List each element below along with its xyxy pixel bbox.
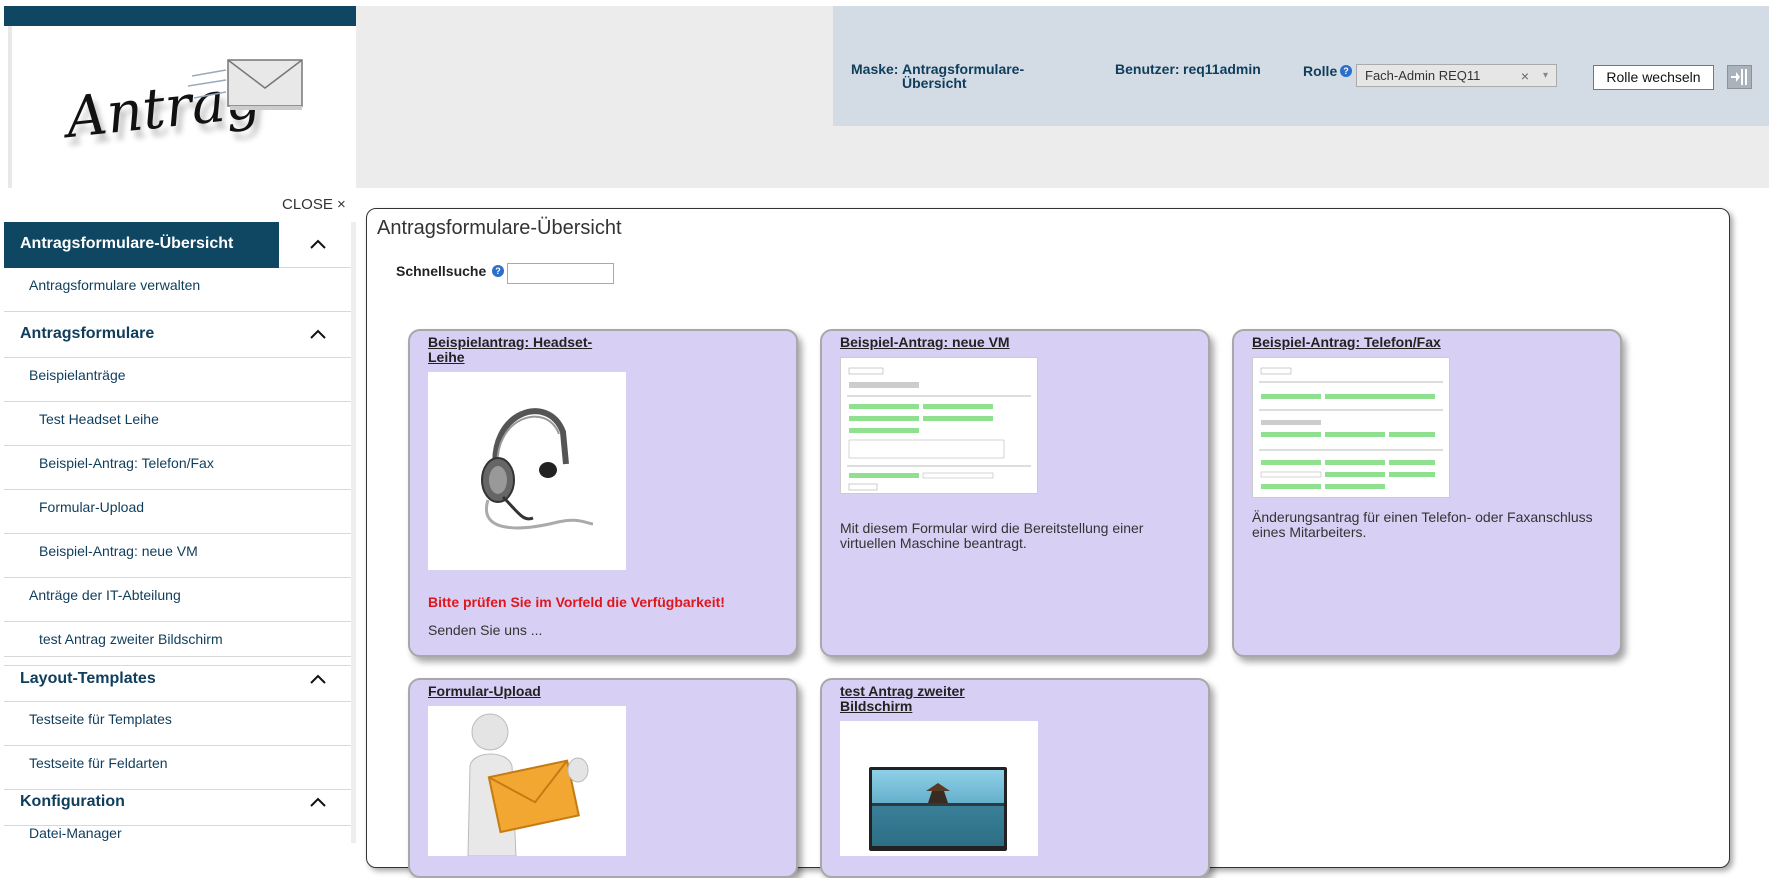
sidebar-item-label: Testseite für Templates — [29, 711, 172, 727]
chevron-up-icon[interactable] — [309, 795, 327, 809]
quick-search-input[interactable] — [507, 263, 614, 284]
telefon-form-screenshot — [1252, 357, 1450, 498]
logo-topbar — [4, 6, 356, 26]
sidebar-item-testseite-templates[interactable]: Testseite für Templates — [4, 702, 351, 746]
monitor-icon — [869, 767, 1007, 851]
person-envelope-icon — [467, 713, 589, 856]
sidebar-section-title: Layout-Templates — [20, 670, 156, 687]
sidebar-section-uebersicht[interactable]: Antragsformulare-Übersicht — [4, 222, 351, 268]
form-card-headset[interactable]: Beispielantrag: Headset-Leihe Bitte prüf… — [408, 329, 798, 657]
role-switch-button[interactable]: Rolle wechseln — [1593, 65, 1714, 90]
sidebar-item-label: Datei-Manager — [29, 825, 122, 841]
logo-area: Antrag — [4, 6, 356, 188]
form-card-formular-upload[interactable]: Formular-Upload — [408, 678, 798, 878]
close-sidebar-button[interactable]: CLOSE × — [282, 196, 346, 213]
role-help-icon[interactable]: ? — [1340, 65, 1352, 77]
form-card-telefon-fax[interactable]: Beispiel-Antrag: Telefon/Fax Änderungsan… — [1232, 329, 1622, 657]
sidebar-section-title: Antragsformulare — [20, 325, 155, 342]
sidebar-item-telefon-fax[interactable]: Beispiel-Antrag: Telefon/Fax — [4, 446, 351, 490]
sidebar-item-test-headset-leihe[interactable]: Test Headset Leihe — [4, 402, 351, 446]
sidebar-item-label: Beispiel-Antrag: neue VM — [39, 543, 198, 559]
chevron-up-icon[interactable] — [309, 327, 327, 341]
vm-form-screenshot — [840, 357, 1038, 494]
sidebar-item-label: Antragsformulare verwalten — [29, 277, 201, 293]
sidebar-item-antraege-it[interactable]: Anträge der IT-Abteilung — [4, 578, 351, 622]
headset-icon — [481, 408, 594, 530]
monitor-image — [840, 721, 1038, 856]
logout-glyph — [1731, 69, 1747, 85]
quick-search-help-icon[interactable]: ? — [492, 265, 504, 277]
envelope-icon — [188, 59, 303, 110]
logout-icon[interactable] — [1727, 65, 1752, 89]
sidebar-item-label: Testseite für Feldarten — [29, 755, 168, 771]
card-title-link[interactable]: Beispielantrag: Headset-Leihe — [428, 335, 598, 365]
sidebar-section-antragsformulare[interactable]: Antragsformulare — [4, 312, 351, 358]
sidebar-item-beispielantraege[interactable]: Beispielanträge — [4, 358, 351, 402]
role-label: Rolle — [1303, 63, 1338, 79]
form-preview-icon — [1259, 367, 1443, 489]
sidebar-section-konfiguration[interactable]: Konfiguration — [4, 780, 351, 826]
upload-image — [428, 706, 626, 856]
chevron-down-icon[interactable]: ▾ — [1543, 67, 1548, 84]
card-description: Senden Sie uns ... — [428, 622, 543, 638]
quick-search-label: Schnellsuche — [396, 263, 487, 279]
user-value: req11admin — [1183, 61, 1261, 77]
sidebar-edge — [351, 222, 356, 843]
sidebar-item-label: test Antrag zweiter Bildschirm — [39, 631, 223, 647]
card-description: Mit diesem Formular wird die Bereitstell… — [840, 520, 1144, 551]
card-title-link[interactable]: Formular-Upload — [428, 684, 628, 699]
form-preview-icon — [847, 367, 1031, 491]
chevron-up-icon[interactable] — [309, 237, 327, 251]
sidebar-item-label: Beispielanträge — [29, 367, 126, 383]
card-title-link[interactable]: Beispiel-Antrag: neue VM — [840, 335, 1040, 350]
sidebar-item-label: Formular-Upload — [39, 499, 145, 515]
sidebar-item-label: Beispiel-Antrag: Telefon/Fax — [39, 455, 214, 471]
sidebar-item-neue-vm[interactable]: Beispiel-Antrag: neue VM — [4, 534, 351, 578]
sidebar-item-formular-upload[interactable]: Formular-Upload — [4, 490, 351, 534]
headset-image — [428, 372, 626, 570]
sidebar-section-title: Antragsformulare-Übersicht — [20, 235, 234, 252]
logo: Antrag — [12, 28, 350, 182]
mask-value: Antragsformulare-Übersicht — [902, 61, 1025, 91]
card-title-link[interactable]: Beispiel-Antrag: Telefon/Fax — [1252, 335, 1452, 350]
sidebar-item-label: Test Headset Leihe — [39, 411, 159, 427]
card-title-link[interactable]: test Antrag zweiter Bildschirm — [840, 684, 990, 714]
user-label: Benutzer: — [1115, 61, 1180, 77]
sidebar-item-label: Anträge der IT-Abteilung — [29, 587, 181, 603]
sidebar-item-antragsformulare-verwalten[interactable]: Antragsformulare verwalten — [4, 268, 351, 312]
chevron-up-icon[interactable] — [309, 672, 327, 686]
clear-icon[interactable]: × — [1521, 68, 1529, 85]
form-card-zweiter-bildschirm[interactable]: test Antrag zweiter Bildschirm — [820, 678, 1210, 878]
sidebar-section-title: Konfiguration — [20, 793, 125, 810]
sidebar: Antragsformulare-Übersicht Antragsformul… — [4, 222, 356, 843]
role-select[interactable]: Fach-Admin REQ11 × ▾ — [1356, 64, 1557, 87]
sidebar-item-datei-manager[interactable]: Datei-Manager — [4, 826, 351, 843]
card-description: Änderungsantrag für einen Telefon- oder … — [1252, 509, 1593, 540]
form-card-neue-vm[interactable]: Beispiel-Antrag: neue VM Mit diesem Form… — [820, 329, 1210, 657]
availability-warning: Bitte prüfen Sie im Vorfeld die Verfügba… — [428, 594, 725, 610]
page-title: Antragsformulare-Übersicht — [377, 217, 622, 239]
mask-label: Maske: — [851, 61, 899, 77]
sidebar-section-layout-templates[interactable]: Layout-Templates — [4, 656, 351, 702]
role-select-value: Fach-Admin REQ11 — [1365, 68, 1481, 83]
